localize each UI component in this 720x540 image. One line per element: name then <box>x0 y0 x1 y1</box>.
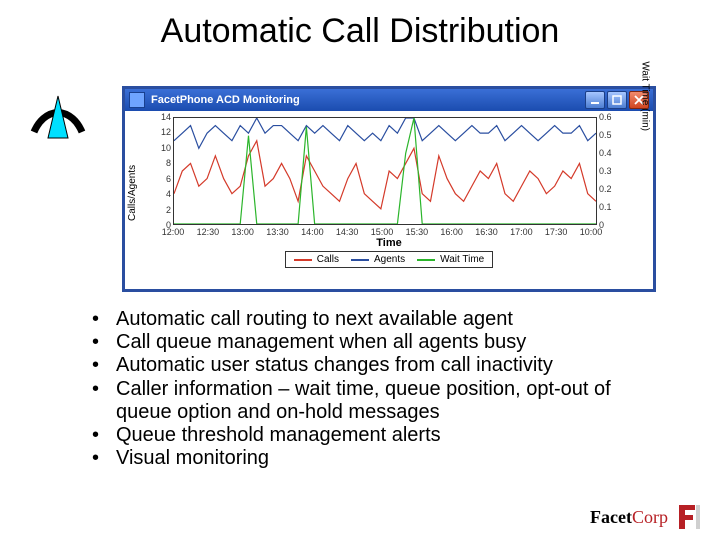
x-tick: 15:30 <box>406 227 429 237</box>
acd-monitor-window: FacetPhone ACD Monitoring Calls/Agents W… <box>122 86 656 292</box>
app-icon <box>129 92 145 108</box>
window-title: FacetPhone ACD Monitoring <box>151 94 300 106</box>
slide: Automatic Call Distribution FacetPhone A… <box>0 0 720 540</box>
corp-arc-icon <box>26 60 90 140</box>
x-tick: 17:30 <box>545 227 568 237</box>
y-left-tick: 2 <box>153 205 171 215</box>
y-left-tick: 6 <box>153 174 171 184</box>
y-right-axis-label: Wait Time (min) <box>640 61 651 131</box>
x-axis-label: Time <box>125 237 653 249</box>
y-left-tick: 8 <box>153 158 171 168</box>
slide-title: Automatic Call Distribution <box>0 12 720 51</box>
y-right-tick: 0.4 <box>599 148 619 158</box>
legend-item: Calls <box>294 254 339 265</box>
x-tick: 10:00 <box>580 227 603 237</box>
x-tick: 14:30 <box>336 227 359 237</box>
x-tick: 16:30 <box>475 227 498 237</box>
y-left-axis-label: Calls/Agents <box>127 165 138 221</box>
y-left-tick: 12 <box>153 127 171 137</box>
x-tick: 17:00 <box>510 227 533 237</box>
x-tick: 14:00 <box>301 227 324 237</box>
x-tick: 15:00 <box>371 227 394 237</box>
chart-legend: Calls Agents Wait Time <box>285 251 493 268</box>
y-left-tick: 14 <box>153 112 171 122</box>
y-left-tick: 10 <box>153 143 171 153</box>
x-tick: 16:00 <box>440 227 463 237</box>
x-tick: 12:30 <box>197 227 220 237</box>
y-right-tick: 0.1 <box>599 202 619 212</box>
brand-text: FacetCorp <box>590 507 668 528</box>
legend-item: Agents <box>351 254 405 265</box>
legend-item: Wait Time <box>417 254 484 265</box>
bullet-item: Queue threshold management alerts <box>92 424 648 447</box>
chart-area: Calls/Agents Wait Time (min) Time 024681… <box>125 111 653 249</box>
chart-plot <box>173 117 597 225</box>
x-tick: 13:30 <box>266 227 289 237</box>
window-titlebar[interactable]: FacetPhone ACD Monitoring <box>125 89 653 111</box>
bullet-item: Visual monitoring <box>92 447 648 470</box>
bullet-item: Caller information – wait time, queue po… <box>92 378 648 424</box>
y-right-tick: 0.2 <box>599 184 619 194</box>
bullet-item: Automatic call routing to next available… <box>92 308 648 331</box>
bullet-list: Automatic call routing to next available… <box>92 308 648 470</box>
bullet-item: Automatic user status changes from call … <box>92 354 648 377</box>
titlebar-left: FacetPhone ACD Monitoring <box>129 92 300 108</box>
x-tick: 12:00 <box>162 227 185 237</box>
maximize-button[interactable] <box>607 91 627 109</box>
y-right-tick: 0.3 <box>599 166 619 176</box>
y-right-tick: 0.6 <box>599 112 619 122</box>
brand-mark-icon <box>676 502 702 532</box>
y-right-tick: 0.5 <box>599 130 619 140</box>
facetcorp-brand: FacetCorp <box>590 502 702 532</box>
minimize-button[interactable] <box>585 91 605 109</box>
y-left-tick: 4 <box>153 189 171 199</box>
bullet-item: Call queue management when all agents bu… <box>92 331 648 354</box>
x-tick: 13:00 <box>231 227 254 237</box>
